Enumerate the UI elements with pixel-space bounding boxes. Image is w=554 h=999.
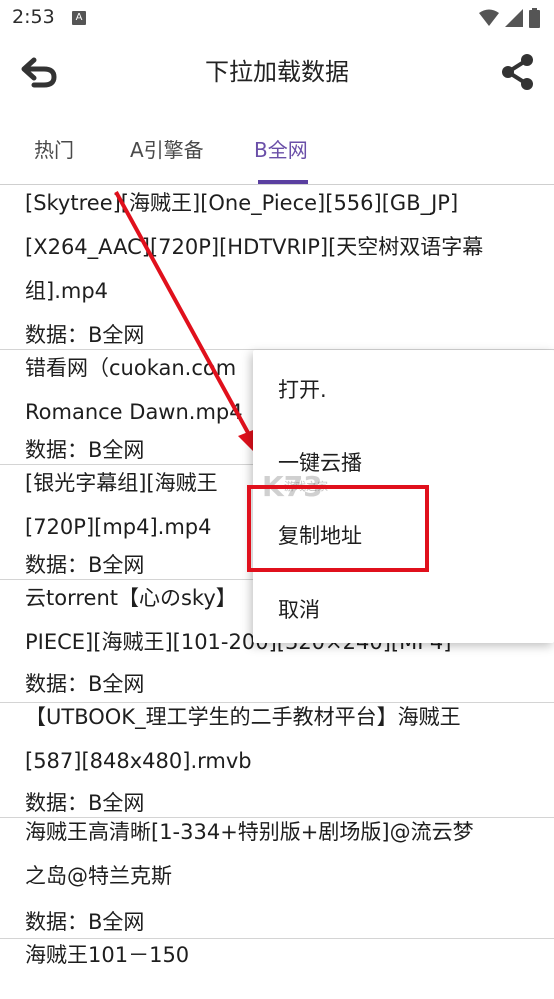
title-line: [Skytree][海贼王][One_Piece][556][GB_JP] bbox=[25, 191, 459, 215]
notification-icon: A bbox=[72, 11, 86, 25]
page-title: 下拉加载数据 bbox=[205, 58, 349, 86]
status-time: 2:53 bbox=[12, 6, 55, 28]
menu-item-open[interactable]: 打开. bbox=[278, 374, 327, 404]
battery-icon bbox=[529, 8, 540, 28]
list-item-title: 【UTBOOK_理工学生的二手教材平台】海贼王 [587][848x480].r… bbox=[25, 695, 534, 783]
list-item-source: 数据：B全网 bbox=[25, 672, 145, 696]
app-bar: 下拉加载数据 bbox=[0, 36, 554, 104]
title-line: [X264_AAC][720P][HDTVRIP][天空树双语字幕 bbox=[25, 235, 484, 259]
list-item[interactable]: 【UTBOOK_理工学生的二手教材平台】海贼王 [587][848x480].r… bbox=[0, 703, 554, 818]
list-item-source: 数据：B全网 bbox=[25, 910, 145, 934]
list-item-source: 数据：B全网 bbox=[25, 438, 145, 462]
title-line: 组].mp4 bbox=[25, 279, 109, 303]
title-line: 海贼王高清晰[1-334+特别版+剧场版]@流云梦 bbox=[25, 820, 474, 844]
share-button[interactable] bbox=[496, 50, 540, 94]
list-item[interactable]: 海贼王101－150 bbox=[0, 939, 554, 999]
wifi-icon bbox=[479, 9, 499, 26]
list-item-source: 数据：B全网 bbox=[25, 323, 145, 347]
title-line: 之岛@特兰克斯 bbox=[25, 864, 172, 888]
tab-bar: 热门 A引擎备 B全网 bbox=[0, 114, 554, 185]
title-line: [587][848x480].rmvb bbox=[25, 749, 252, 773]
list-item-title: 海贼王高清晰[1-334+特别版+剧场版]@流云梦 之岛@特兰克斯 bbox=[25, 810, 534, 898]
status-icons bbox=[479, 8, 540, 28]
annotation-highlight-box bbox=[247, 485, 429, 572]
tab-b-all[interactable]: B全网 bbox=[254, 134, 308, 163]
list-item-title: 海贼王101－150 bbox=[25, 933, 534, 977]
share-icon bbox=[502, 54, 533, 90]
list-item-source: 数据：B全网 bbox=[25, 553, 145, 577]
status-bar: 2:53 A bbox=[0, 0, 554, 36]
list-item[interactable]: [Skytree][海贼王][One_Piece][556][GB_JP] [X… bbox=[0, 185, 554, 350]
menu-item-cancel[interactable]: 取消 bbox=[278, 594, 320, 624]
list-item[interactable]: 海贼王高清晰[1-334+特别版+剧场版]@流云梦 之岛@特兰克斯 数据：B全网 bbox=[0, 818, 554, 939]
cell-signal-icon bbox=[505, 9, 523, 27]
title-line: 海贼王101－150 bbox=[25, 943, 190, 967]
tab-hot[interactable]: 热门 bbox=[34, 134, 74, 163]
tab-a-engine[interactable]: A引擎备 bbox=[130, 134, 204, 163]
title-line: 【UTBOOK_理工学生的二手教材平台】海贼王 bbox=[25, 705, 461, 729]
list-item-title: [Skytree][海贼王][One_Piece][556][GB_JP] [X… bbox=[25, 181, 534, 313]
